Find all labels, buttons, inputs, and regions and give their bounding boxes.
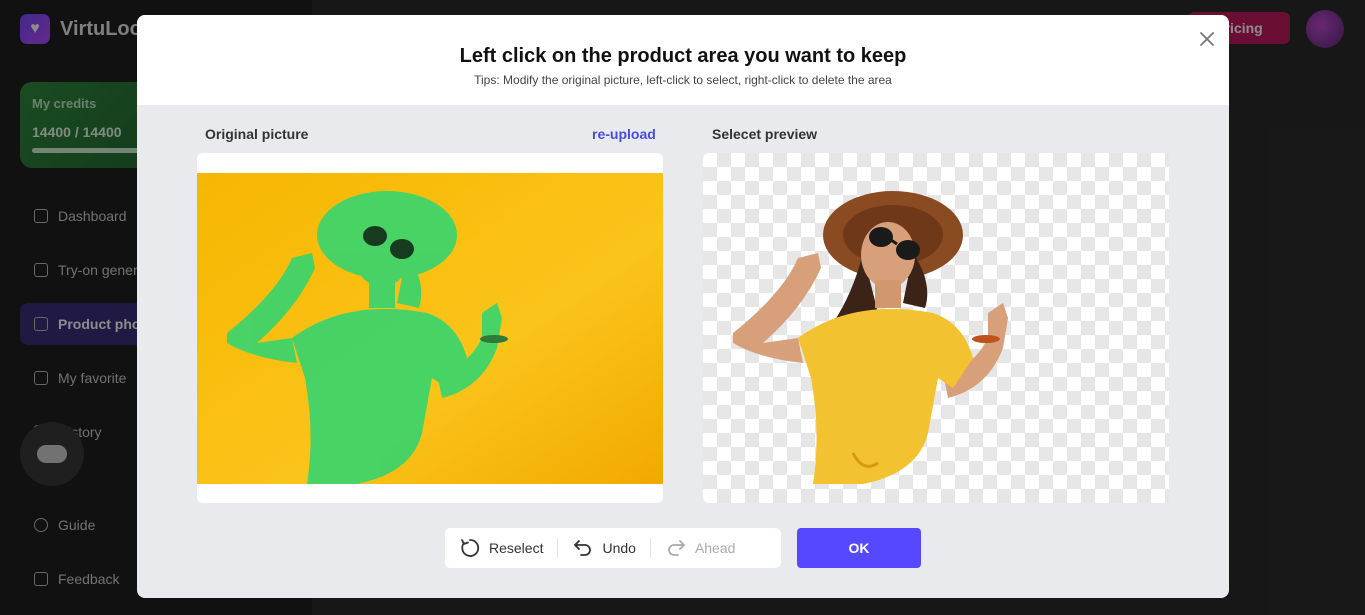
ok-button[interactable]: OK bbox=[797, 528, 921, 568]
selected-preview-canvas bbox=[703, 153, 1169, 503]
original-photo[interactable] bbox=[197, 173, 663, 484]
close-icon[interactable] bbox=[1197, 29, 1217, 49]
ahead-button[interactable]: Ahead bbox=[651, 528, 749, 568]
selected-preview-photo bbox=[733, 191, 1008, 484]
preview-label: Selecet preview bbox=[712, 126, 818, 142]
reselect-icon bbox=[461, 539, 480, 557]
ahead-label: Ahead bbox=[694, 540, 736, 556]
undo-icon bbox=[574, 540, 592, 556]
edit-toolbar: Reselect Undo Ahead bbox=[445, 528, 781, 568]
modal-header: Left click on the product area you want … bbox=[137, 15, 1229, 105]
modal-tips: Tips: Modify the original picture, left-… bbox=[474, 73, 892, 87]
reupload-link[interactable]: re-upload bbox=[592, 126, 656, 142]
select-area-modal: Left click on the product area you want … bbox=[137, 15, 1229, 598]
redo-icon bbox=[668, 540, 685, 556]
modal-title: Left click on the product area you want … bbox=[459, 45, 907, 67]
reselect-button[interactable]: Reselect bbox=[445, 528, 557, 568]
original-picture-canvas[interactable] bbox=[197, 153, 663, 503]
undo-button[interactable]: Undo bbox=[558, 528, 649, 568]
original-picture-label: Original picture bbox=[205, 126, 309, 142]
reselect-label: Reselect bbox=[489, 540, 544, 556]
undo-label: Undo bbox=[602, 540, 636, 556]
